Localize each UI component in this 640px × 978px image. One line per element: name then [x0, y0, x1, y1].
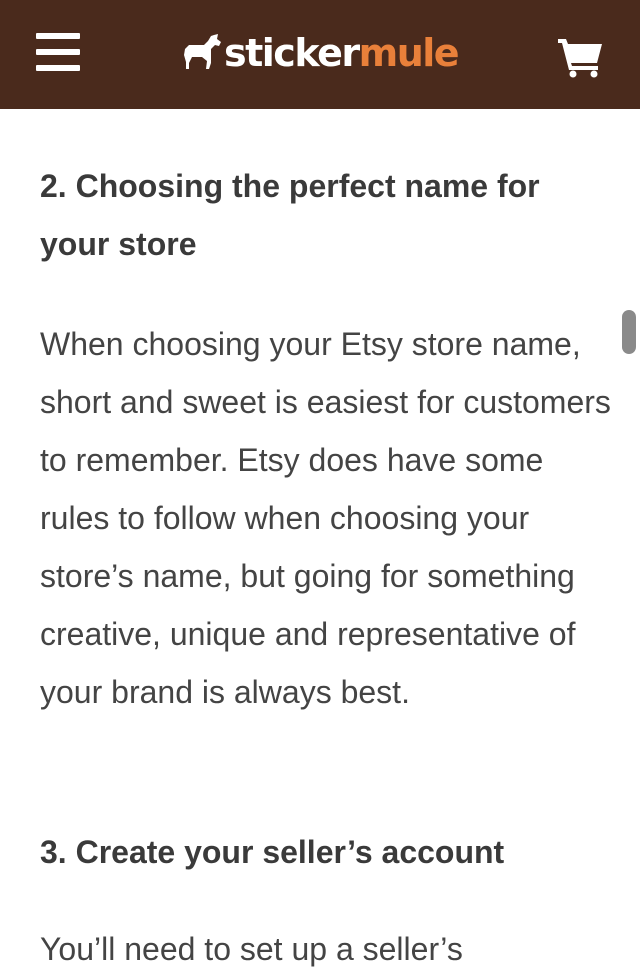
scrollbar-thumb[interactable] — [622, 310, 636, 354]
menu-bar — [36, 65, 80, 71]
cart-glyph — [558, 39, 602, 78]
section-paragraph-seller-account: You’ll need to set up a seller’s — [40, 931, 463, 967]
section-heading-seller-account: 3. Create your seller’s account — [40, 834, 505, 870]
logo-word-mule: mule — [358, 31, 460, 75]
section-heading-store-name: 2. Choosing the perfect name for your st… — [40, 168, 540, 262]
site-header: stickermule — [0, 0, 640, 109]
menu-bar — [36, 33, 80, 39]
shopping-cart-icon[interactable] — [556, 36, 604, 78]
logo-word-sticker: sticker — [224, 31, 360, 75]
hamburger-menu-icon[interactable] — [36, 33, 82, 73]
section-paragraph-store-name: When choosing your Etsy store name, shor… — [40, 326, 611, 710]
menu-bar — [36, 49, 80, 55]
stickermule-logo[interactable]: stickermule — [180, 28, 460, 78]
logo-wordmark: stickermule — [224, 28, 460, 78]
mule-logo-icon — [184, 34, 221, 69]
